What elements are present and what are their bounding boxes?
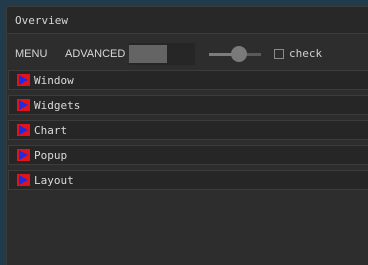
menu-menu[interactable]: MENU xyxy=(15,48,47,60)
section-label: Popup xyxy=(34,148,68,162)
play-triangle-icon xyxy=(17,124,30,136)
section-widgets[interactable]: Widgets xyxy=(8,95,368,115)
desktop-background: Overview MENU ADVANCED check Window Widg… xyxy=(0,0,368,265)
menu-advanced[interactable]: ADVANCED xyxy=(65,48,125,60)
overview-window[interactable]: Overview MENU ADVANCED check Window Widg… xyxy=(6,6,368,265)
section-label: Chart xyxy=(34,123,68,137)
play-triangle-icon xyxy=(17,74,30,86)
play-triangle-icon xyxy=(17,99,30,111)
menubar: MENU ADVANCED check xyxy=(7,41,368,66)
checkbox-label: check xyxy=(289,47,323,60)
section-label: Widgets xyxy=(34,98,81,112)
window-titlebar[interactable]: Overview xyxy=(7,7,368,34)
section-window[interactable]: Window xyxy=(8,70,368,90)
play-triangle-icon xyxy=(17,149,30,161)
check-option[interactable]: check xyxy=(274,47,322,60)
section-label: Window xyxy=(34,73,74,87)
play-triangle-icon xyxy=(17,174,30,186)
slider-knob[interactable] xyxy=(231,46,247,62)
text-input-selection xyxy=(129,45,167,63)
section-popup[interactable]: Popup xyxy=(8,145,368,165)
section-chart[interactable]: Chart xyxy=(8,120,368,140)
section-label: Layout xyxy=(34,173,74,187)
checkbox[interactable] xyxy=(274,48,284,59)
text-input[interactable] xyxy=(129,43,195,65)
value-slider[interactable] xyxy=(209,45,261,63)
section-layout[interactable]: Layout xyxy=(8,170,368,190)
window-title: Overview xyxy=(15,13,68,27)
